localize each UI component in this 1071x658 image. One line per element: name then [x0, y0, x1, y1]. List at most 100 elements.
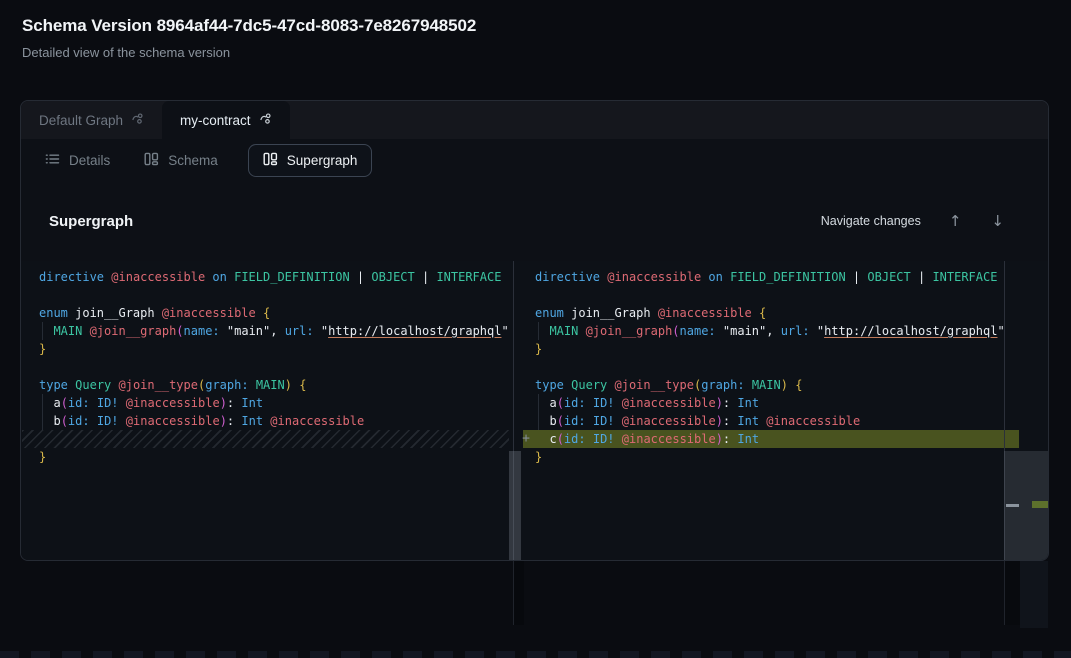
tab-schema[interactable]: Schema: [140, 145, 222, 176]
code-token: [90, 396, 97, 410]
subtab-label: Schema: [168, 153, 218, 168]
code-token: :: [227, 414, 241, 428]
next-change-button[interactable]: ↓: [983, 210, 1012, 232]
code-token: [111, 378, 118, 392]
code-token: join__Graph: [68, 306, 162, 320]
diff-pane-right[interactable]: directive @inaccessible on FIELD_DEFINIT…: [523, 261, 1005, 561]
code-token: Query: [75, 378, 111, 392]
code-token: @inaccessible: [111, 270, 205, 284]
editor-overflow-strip: [1020, 561, 1048, 628]
code-token: FIELD_DEFINITION: [234, 270, 350, 284]
code-token: [615, 396, 622, 410]
code-token: ): [220, 396, 227, 410]
added-line-plus-icon: +: [518, 430, 534, 448]
scrollbar-thumb[interactable]: [509, 451, 521, 561]
code-token: (: [557, 414, 564, 428]
code-token: :: [227, 396, 241, 410]
code-token: on: [708, 270, 722, 284]
code-token: type: [39, 378, 68, 392]
code-token: [119, 414, 126, 428]
code-line: [39, 358, 509, 376]
code-token: b: [535, 414, 557, 428]
code-token: enum: [39, 306, 68, 320]
code-token: directive: [39, 270, 104, 284]
code-token: (: [672, 324, 679, 338]
code-token: |: [846, 270, 868, 284]
code-token: {: [299, 378, 306, 392]
code-token: c: [535, 432, 557, 446]
code-token: MAIN: [549, 324, 578, 338]
code-token: [256, 306, 263, 320]
code-token: Int: [737, 414, 759, 428]
code-token: |: [415, 270, 437, 284]
code-token: [249, 378, 256, 392]
subtab-label: Supergraph: [287, 153, 358, 168]
page-title: Schema Version 8964af44-7dc5-47cd-8083-7…: [22, 16, 476, 36]
code-token: [90, 414, 97, 428]
diff-pane-left[interactable]: directive @inaccessible on FIELD_DEFINIT…: [22, 261, 509, 561]
previous-change-button[interactable]: ↑: [941, 210, 970, 232]
code-token: Int: [737, 432, 759, 446]
code-token: ID!: [97, 396, 119, 410]
code-token: b: [39, 414, 61, 428]
code-token: [586, 432, 593, 446]
code-token: [745, 378, 752, 392]
code-url-link[interactable]: http://localhost/graphql: [824, 324, 997, 338]
code-token: [535, 324, 549, 338]
code-token: :: [723, 432, 737, 446]
code-token: MAIN: [752, 378, 781, 392]
page-subtitle: Detailed view of the schema version: [22, 45, 476, 60]
code-url-link[interactable]: http://localhost/graphql: [328, 324, 501, 338]
tab-default-graph[interactable]: Default Graph: [21, 101, 162, 139]
code-token: {: [759, 306, 766, 320]
code-token: type: [535, 378, 564, 392]
code-token: :: [723, 396, 737, 410]
code-token: MAIN: [256, 378, 285, 392]
code-token: (: [557, 432, 564, 446]
section-title: Supergraph: [49, 213, 133, 230]
tab-label: my-contract: [180, 113, 251, 128]
code-line: [535, 358, 1005, 376]
code-token: url:: [781, 324, 810, 338]
columns-icon: [144, 152, 159, 169]
diff-filler-line: [39, 430, 509, 448]
schema-version-card: Default Graph my-contract Details Schema…: [20, 100, 1049, 561]
code-token: a: [39, 396, 61, 410]
code-line: [535, 286, 1005, 304]
tab-supergraph[interactable]: Supergraph: [248, 144, 373, 177]
code-token: ": [817, 324, 824, 338]
code-token: id:: [564, 414, 586, 428]
overview-ruler-added-mark: [1032, 501, 1049, 508]
tab-my-contract[interactable]: my-contract: [162, 101, 290, 139]
code-token: a: [535, 396, 557, 410]
variant-tab-bar: Default Graph my-contract: [21, 101, 1048, 139]
code-token: {: [795, 378, 802, 392]
code-token: INTERFACE: [932, 270, 997, 284]
tab-label: Default Graph: [39, 113, 123, 128]
code-token: Query: [571, 378, 607, 392]
code-token: [810, 324, 817, 338]
code-token: [752, 306, 759, 320]
editor-overflow-strip: [1005, 561, 1020, 625]
branch-icon: [131, 112, 144, 128]
code-line: [39, 286, 509, 304]
code-token: }: [39, 450, 46, 464]
code-token: ": [321, 324, 328, 338]
code-token: ): [716, 414, 723, 428]
code-line: MAIN @join__graph(name: "main", url: "ht…: [535, 322, 1005, 340]
page-header: Schema Version 8964af44-7dc5-47cd-8083-7…: [22, 16, 476, 60]
tab-details[interactable]: Details: [41, 145, 114, 176]
code-line: a(id: ID! @inaccessible): Int: [535, 394, 1005, 412]
navigate-changes-controls: Navigate changes ↑ ↓: [821, 210, 1012, 232]
code-line: directive @inaccessible on FIELD_DEFINIT…: [535, 268, 1005, 286]
code-token: directive: [535, 270, 600, 284]
code-token: id:: [68, 414, 90, 428]
schema-diff-editor: directive @inaccessible on FIELD_DEFINIT…: [21, 261, 1048, 561]
code-line-added: c(id: ID! @inaccessible): Int: [535, 430, 1005, 448]
bottom-scrollbar-dashes: [0, 651, 1071, 658]
code-token: }: [535, 342, 542, 356]
code-token: Int: [241, 396, 263, 410]
list-icon: [45, 152, 60, 169]
code-token: graph:: [701, 378, 744, 392]
supergraph-section-header: Supergraph Navigate changes ↑ ↓: [21, 181, 1048, 261]
